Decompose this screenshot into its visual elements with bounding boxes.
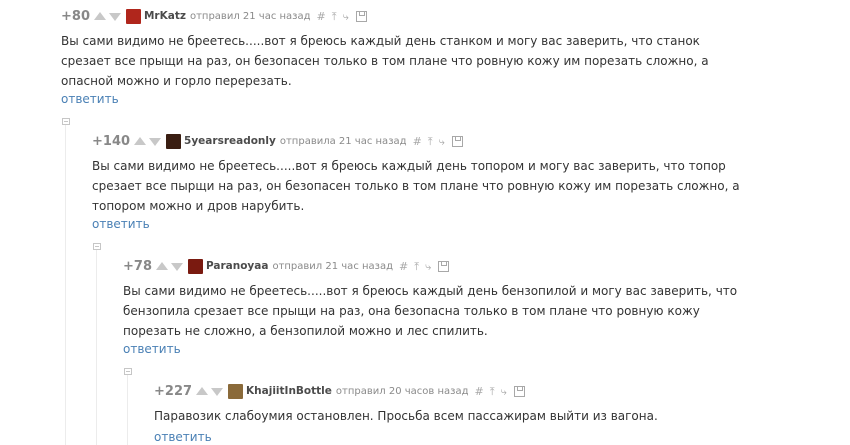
comment-branch-icon[interactable]: ⤷ (501, 386, 507, 397)
reply-link[interactable]: ответить (61, 92, 119, 106)
comment-branch-icon[interactable]: ⤷ (425, 261, 431, 272)
vote-down-icon[interactable] (108, 13, 121, 21)
comment-timestamp: отправил 20 часов назад (335, 385, 469, 397)
vote-up-icon[interactable] (134, 136, 147, 145)
comment-header: +140 5yearsreadonly отправила 21 час наз… (92, 132, 463, 150)
save-icon[interactable] (513, 385, 525, 397)
comment-header: +78 Paranoyaa отправил 21 час назад # ⤒ … (123, 257, 450, 275)
comment-link-icon[interactable]: # (399, 261, 408, 272)
comment-author[interactable]: 5yearsreadonly (184, 135, 276, 147)
comment-author[interactable]: KhajiitInBottle (246, 385, 332, 397)
avatar[interactable] (187, 258, 203, 274)
vote-down-icon[interactable] (170, 263, 183, 271)
parent-comment-icon[interactable]: ⤒ (428, 136, 433, 147)
collapse-thread-button[interactable] (62, 118, 70, 125)
comment-author[interactable]: MrKatz (144, 10, 186, 22)
comment-header: +227 KhajiitInBottle отправил 20 часов н… (154, 382, 525, 400)
comment-link-icon[interactable]: # (474, 386, 483, 397)
vote-up-icon[interactable] (196, 386, 209, 395)
avatar[interactable] (125, 8, 141, 24)
save-icon[interactable] (355, 10, 367, 22)
reply-link[interactable]: ответить (92, 217, 150, 231)
comment-rating: +80 (61, 8, 90, 24)
comment-header: +80 MrKatz отправил 21 час назад # ⤒ ⤷ (61, 7, 367, 25)
comment-branch-icon[interactable]: ⤷ (343, 11, 349, 22)
comment-link-icon[interactable]: # (413, 136, 422, 147)
thread-line (96, 250, 97, 445)
reply-link[interactable]: ответить (154, 430, 212, 444)
vote-up-icon[interactable] (155, 261, 168, 270)
comment-text: Вы сами видимо не бреетесь.....вот я бре… (92, 159, 740, 213)
comment-rating: +78 (123, 258, 152, 274)
comment-rating: +140 (92, 133, 131, 149)
vote-down-icon[interactable] (211, 388, 224, 396)
collapse-thread-button[interactable] (124, 368, 132, 375)
parent-comment-icon[interactable]: ⤒ (332, 11, 337, 22)
comment-timestamp: отправил 21 час назад (189, 10, 311, 22)
save-icon[interactable] (438, 260, 450, 272)
save-icon[interactable] (451, 135, 463, 147)
parent-comment-icon[interactable]: ⤒ (414, 261, 419, 272)
vote-down-icon[interactable] (149, 138, 162, 146)
thread-line (127, 375, 128, 445)
thread-line (65, 125, 66, 445)
comment-author[interactable]: Paranoyaa (206, 260, 268, 272)
comment-text: Паравозик слабоумия остановлен. Просьба … (154, 409, 658, 423)
comment-branch-icon[interactable]: ⤷ (439, 136, 445, 147)
comment-text: Вы сами видимо не бреетесь.....вот я бре… (123, 284, 738, 338)
comment-timestamp: отправила 21 час назад (279, 135, 407, 147)
comment-text: Вы сами видимо не бреетесь.....вот я бре… (61, 34, 709, 88)
parent-comment-icon[interactable]: ⤒ (490, 386, 495, 397)
vote-up-icon[interactable] (93, 11, 106, 20)
comment-timestamp: отправил 21 час назад (272, 260, 394, 272)
comment-rating: +227 (154, 383, 193, 399)
avatar[interactable] (166, 133, 182, 149)
reply-link[interactable]: ответить (123, 342, 181, 356)
comment-link-icon[interactable]: # (317, 11, 326, 22)
avatar[interactable] (228, 383, 244, 399)
collapse-thread-button[interactable] (93, 243, 101, 250)
